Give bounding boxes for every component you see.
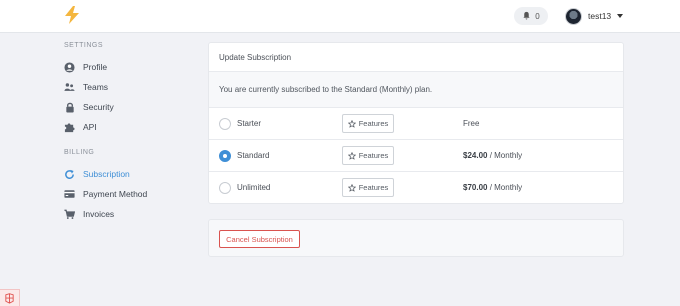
sidebar-item-invoices[interactable]: Invoices	[64, 204, 184, 224]
plan-row-standard[interactable]: Standard Features $24.00 / Monthly	[209, 140, 623, 172]
features-label: Features	[358, 119, 389, 128]
features-button[interactable]: Features	[342, 178, 394, 197]
cancel-subscription-card: Cancel Subscription	[208, 219, 624, 257]
plan-price-period: / Monthly	[487, 151, 523, 160]
features-button[interactable]: Features	[342, 114, 394, 133]
sidebar-item-api[interactable]: API	[64, 117, 184, 137]
sidebar-item-label: API	[83, 122, 97, 132]
top-navbar: 0 test13	[0, 0, 680, 33]
star-icon	[347, 151, 356, 160]
card-title: Update Subscription	[209, 43, 623, 72]
notifications-button[interactable]: 0	[514, 7, 548, 25]
lock-icon	[64, 102, 75, 113]
debug-bar-logo-icon[interactable]	[0, 289, 20, 306]
user-circle-icon	[64, 61, 75, 73]
sidebar-item-subscription[interactable]: Subscription	[64, 164, 184, 184]
plan-price: $24.00 / Monthly	[463, 151, 522, 160]
avatar	[565, 7, 582, 25]
plan-radio-starter[interactable]	[219, 118, 231, 130]
app-logo-icon[interactable]	[62, 5, 82, 25]
sidebar-item-label: Invoices	[83, 209, 115, 219]
update-subscription-card: Update Subscription You are currently su…	[208, 42, 624, 204]
sidebar-item-profile[interactable]: Profile	[64, 57, 184, 77]
plan-radio-unlimited[interactable]	[219, 182, 231, 194]
users-icon	[64, 82, 75, 93]
star-icon	[347, 119, 356, 128]
sidebar-item-label: Payment Method	[83, 189, 148, 199]
plan-price-amount: $70.00	[463, 183, 488, 192]
features-label: Features	[358, 183, 389, 192]
notifications-count: 0	[535, 11, 540, 21]
username: test13	[588, 11, 612, 21]
plan-price-period: / Monthly	[487, 183, 523, 192]
plan-price-amount: $24.00	[463, 151, 488, 160]
plan-row-unlimited[interactable]: Unlimited Features $70.00 / Monthly	[209, 172, 623, 204]
chevron-down-icon	[617, 14, 624, 18]
features-label: Features	[358, 151, 389, 160]
settings-heading: SETTINGS	[64, 42, 104, 49]
plan-row-starter[interactable]: Starter Features Free	[209, 108, 623, 140]
features-button[interactable]: Features	[342, 146, 394, 165]
sidebar: SETTINGS Profile Teams Security API BILL…	[64, 42, 184, 224]
bell-icon	[522, 11, 531, 22]
plan-radio-standard[interactable]	[219, 150, 231, 162]
puzzle-icon	[64, 122, 75, 133]
sidebar-item-label: Security	[83, 102, 114, 112]
credit-card-icon	[64, 189, 75, 200]
star-icon	[347, 183, 356, 192]
shopping-cart-icon	[64, 209, 75, 220]
sidebar-item-payment-method[interactable]: Payment Method	[64, 184, 184, 204]
plan-name: Unlimited	[237, 183, 271, 192]
plan-price: $70.00 / Monthly	[463, 183, 522, 192]
plan-price: Free	[463, 119, 479, 128]
sidebar-item-security[interactable]: Security	[64, 97, 184, 117]
sidebar-item-label: Subscription	[83, 169, 130, 179]
user-menu[interactable]: test13	[565, 6, 624, 26]
cancel-subscription-button[interactable]: Cancel Subscription	[219, 230, 300, 248]
refresh-icon	[64, 169, 75, 180]
sidebar-item-teams[interactable]: Teams	[64, 77, 184, 97]
billing-heading: BILLING	[64, 149, 95, 156]
plan-price-amount: Free	[463, 119, 480, 128]
plan-name: Standard	[237, 151, 270, 160]
current-plan-text: You are currently subscribed to the Stan…	[209, 72, 623, 108]
sidebar-item-label: Teams	[83, 82, 109, 92]
sidebar-item-label: Profile	[83, 62, 108, 72]
plan-name: Starter	[237, 119, 262, 128]
